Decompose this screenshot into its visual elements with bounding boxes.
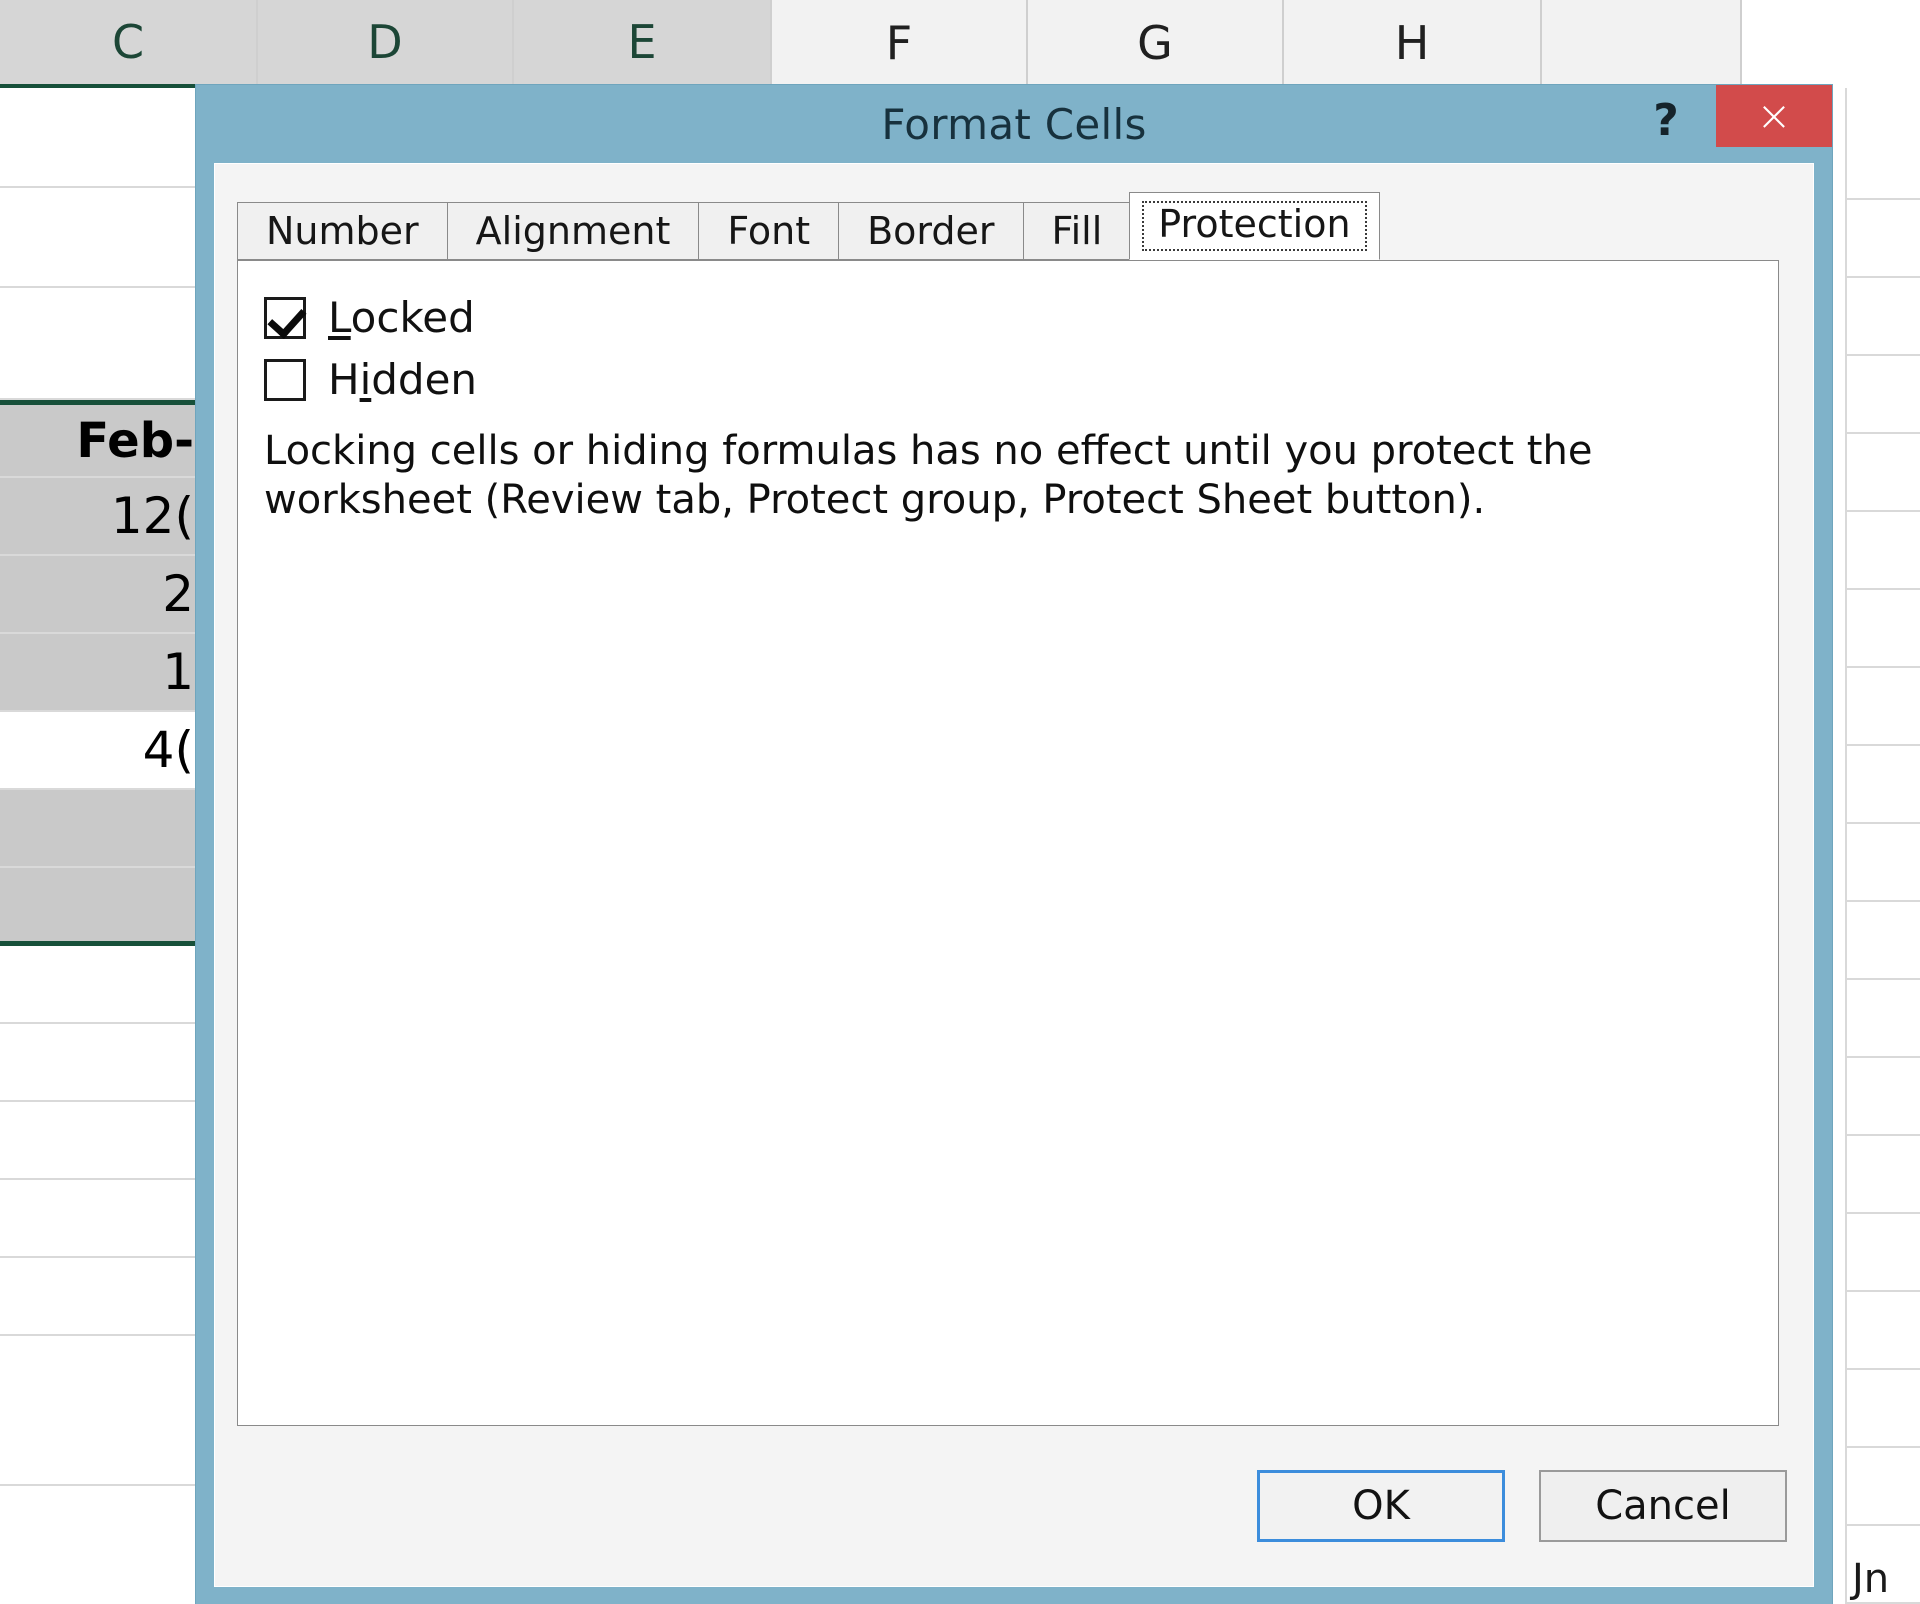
dialog-button-bar: OK Cancel <box>215 1428 1813 1586</box>
worksheet-cell[interactable] <box>0 1258 200 1336</box>
hidden-checkbox[interactable] <box>264 359 306 401</box>
worksheet-cell[interactable] <box>1845 278 1920 356</box>
worksheet-cell-value: Feb- <box>76 412 194 469</box>
tab-font[interactable]: Font <box>698 202 839 260</box>
help-icon[interactable]: ? <box>1634 87 1698 153</box>
hidden-label-suffix: dden <box>371 355 478 404</box>
worksheet-cell[interactable] <box>1845 746 1920 824</box>
worksheet-cell[interactable]: 2 <box>0 556 200 634</box>
worksheet-cell[interactable] <box>1845 200 1920 278</box>
tab-label: Protection <box>1142 201 1367 251</box>
locked-checkbox[interactable] <box>264 297 306 339</box>
worksheet-cell[interactable]: 4( <box>0 712 200 790</box>
worksheet-cell[interactable] <box>0 1336 200 1486</box>
worksheet-cell[interactable] <box>1845 512 1920 590</box>
column-header-label: H <box>1394 16 1430 70</box>
worksheet-cell[interactable] <box>1845 434 1920 512</box>
worksheet-cell[interactable] <box>1845 902 1920 980</box>
worksheet-cell[interactable] <box>0 1024 200 1102</box>
worksheet-cell[interactable] <box>0 868 200 946</box>
worksheet-cell-value: 4( <box>142 721 194 779</box>
worksheet-cell[interactable] <box>0 288 200 400</box>
worksheet-cell-value: 1 <box>162 643 194 701</box>
worksheet-cell[interactable] <box>1845 668 1920 746</box>
locked-label: Locked <box>328 297 475 339</box>
worksheet-cell[interactable] <box>1845 356 1920 434</box>
protection-panel: Locked Hidden Locking cells or hiding fo… <box>237 260 1779 1426</box>
ok-button[interactable]: OK <box>1257 1470 1505 1542</box>
tab-number[interactable]: Number <box>237 202 447 260</box>
worksheet-cells-left[interactable]: Feb- 12( 2 1 4( <box>0 88 200 1604</box>
column-header-h[interactable]: H <box>1284 0 1542 88</box>
worksheet-cell[interactable] <box>0 946 200 1024</box>
worksheet-cell-value: 12( <box>110 487 194 545</box>
tab-strip: Number Alignment Font Border Fill Protection <box>237 192 1380 260</box>
hidden-label: Hidden <box>328 359 477 401</box>
tab-protection[interactable]: Protection <box>1129 192 1380 260</box>
tab-fill[interactable]: Fill <box>1022 202 1131 260</box>
column-header-label: G <box>1137 16 1173 70</box>
worksheet-cell[interactable] <box>0 88 200 188</box>
worksheet-cell[interactable]: 12( <box>0 478 200 556</box>
worksheet-cell[interactable]: 1 <box>0 634 200 712</box>
worksheet-cell[interactable] <box>0 790 200 868</box>
hidden-label-prefix: H <box>328 355 360 404</box>
cancel-button-label: Cancel <box>1595 1483 1731 1529</box>
column-header-g[interactable]: G <box>1028 0 1284 88</box>
worksheet-cell-value: 2 <box>162 565 194 623</box>
worksheet-cell[interactable] <box>1845 88 1920 200</box>
column-header-f[interactable]: F <box>772 0 1028 88</box>
worksheet-cell[interactable] <box>1845 590 1920 668</box>
worksheet-cell[interactable] <box>1845 1370 1920 1448</box>
hidden-checkbox-row[interactable]: Hidden <box>264 351 1752 409</box>
column-header-label: C <box>111 15 145 69</box>
dialog-body: Number Alignment Font Border Fill Protection … <box>214 163 1814 1587</box>
tab-label: Border <box>867 209 995 253</box>
column-header-e[interactable]: E <box>514 0 772 88</box>
help-icon-glyph: ? <box>1653 94 1679 146</box>
column-header-filler <box>1542 0 1742 88</box>
protection-description: Locking cells or hiding formulas has no … <box>264 428 1593 523</box>
tab-label: Number <box>266 209 419 253</box>
tab-alignment[interactable]: Alignment <box>446 202 699 260</box>
tab-border[interactable]: Border <box>838 202 1023 260</box>
cell-fragment-text: Jn <box>1852 1556 1890 1602</box>
column-header-row: C D E F G H <box>0 0 1920 88</box>
close-icon: × <box>1756 91 1792 140</box>
worksheet-cell[interactable] <box>0 1102 200 1180</box>
worksheet-cell[interactable] <box>0 1180 200 1258</box>
worksheet-cell[interactable] <box>1845 824 1920 902</box>
locked-label-suffix: ocked <box>350 293 475 342</box>
worksheet-cell[interactable] <box>1845 1136 1920 1214</box>
screen: C D E F G H Feb- 12( 2 1 4( Jn Format Cells ? × N… <box>0 0 1920 1604</box>
worksheet-cell[interactable] <box>1845 1292 1920 1370</box>
worksheet-cells-right[interactable] <box>1845 88 1920 1604</box>
column-header-label: E <box>627 15 657 69</box>
locked-accelerator: L <box>328 293 351 342</box>
tab-label: Font <box>727 209 811 253</box>
column-header-d[interactable]: D <box>258 0 514 88</box>
worksheet-cell[interactable] <box>1845 980 1920 1058</box>
worksheet-cell[interactable] <box>1845 1448 1920 1526</box>
worksheet-cell[interactable] <box>1845 1214 1920 1292</box>
worksheet-cell[interactable] <box>0 188 200 288</box>
column-header-c[interactable]: C <box>0 0 258 88</box>
dialog-title: Format Cells <box>881 99 1147 149</box>
column-header-label: D <box>367 15 403 69</box>
locked-checkbox-row[interactable]: Locked <box>264 289 1752 347</box>
format-cells-dialog: Format Cells ? × Number Alignment Font Bord… <box>196 85 1832 1604</box>
cancel-button[interactable]: Cancel <box>1539 1470 1787 1542</box>
tab-label: Alignment <box>475 209 671 253</box>
ok-button-label: OK <box>1352 1483 1410 1529</box>
worksheet-cell[interactable] <box>1845 1058 1920 1136</box>
close-button[interactable]: × <box>1716 85 1832 147</box>
tab-label: Fill <box>1051 209 1103 253</box>
dialog-titlebar[interactable]: Format Cells ? × <box>196 85 1832 163</box>
column-header-label: F <box>885 16 913 70</box>
worksheet-cell[interactable]: Feb- <box>0 400 200 478</box>
hidden-accelerator: i <box>359 355 372 404</box>
